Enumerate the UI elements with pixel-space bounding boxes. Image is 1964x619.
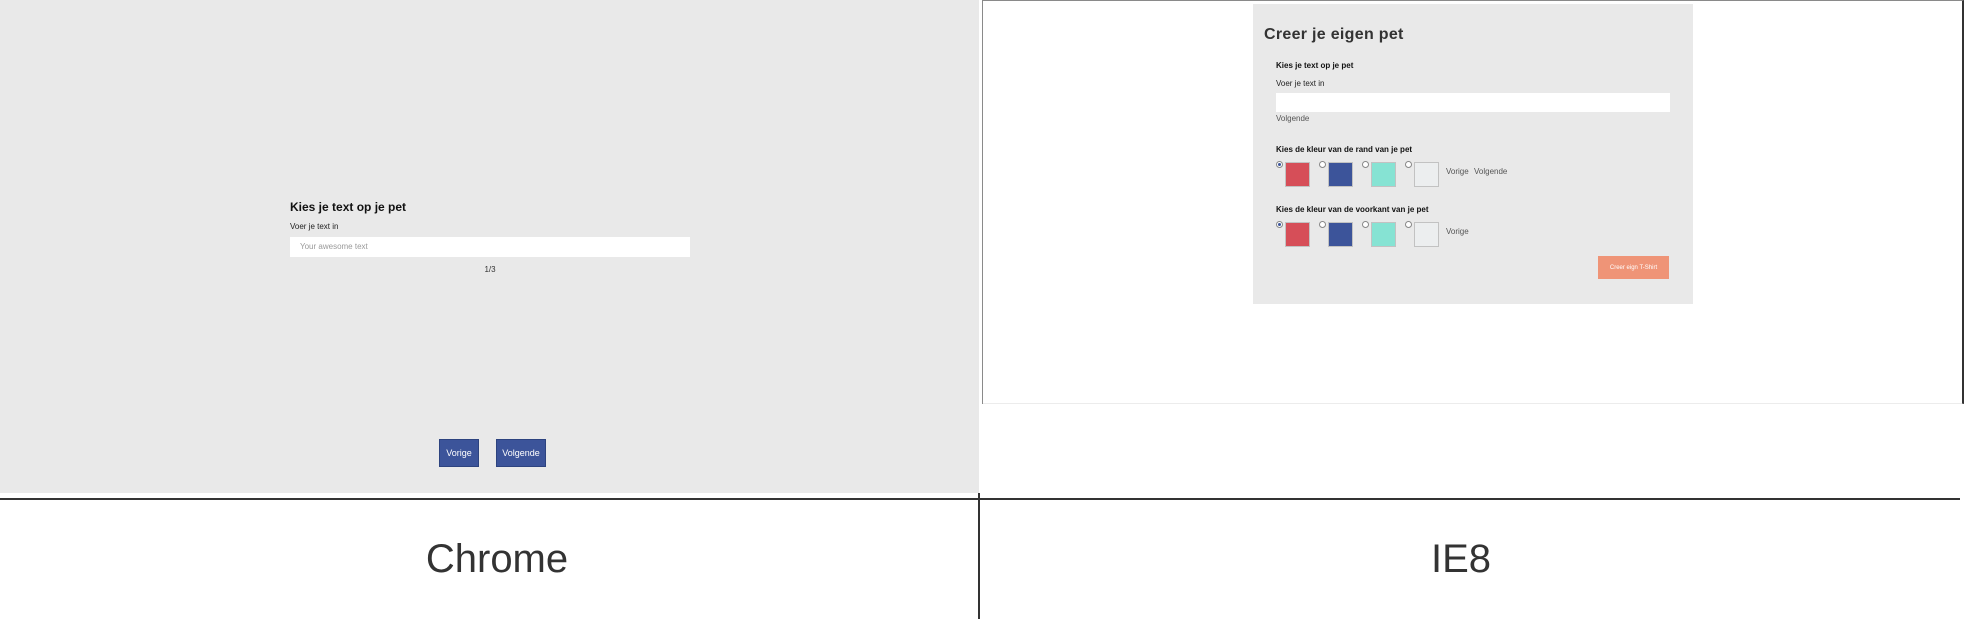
- viewport-bottom-divider: [983, 403, 1962, 404]
- rim-color-radio-red[interactable]: [1276, 161, 1283, 168]
- previous-button[interactable]: Vorige: [439, 439, 479, 467]
- step3-prev-link[interactable]: Vorige: [1446, 227, 1469, 236]
- chrome-step-form: Kies je text op je pet Voer je text in 1…: [290, 200, 690, 274]
- front-color-swatch-red[interactable]: [1285, 222, 1310, 247]
- chrome-browser-panel: Kies je text op je pet Voer je text in 1…: [0, 0, 979, 493]
- step1-title: Kies je text op je pet: [1276, 61, 1354, 70]
- front-color-swatch-white[interactable]: [1414, 222, 1439, 247]
- create-cap-button[interactable]: Creer eign T-Shirt: [1598, 256, 1669, 279]
- rim-color-radio-blue[interactable]: [1319, 161, 1326, 168]
- cap-text-input[interactable]: [290, 236, 690, 257]
- front-color-swatch-teal[interactable]: [1371, 222, 1396, 247]
- front-color-radio-white[interactable]: [1405, 221, 1412, 228]
- page-title: Creer je eigen pet: [1264, 26, 1404, 43]
- cap-builder-card: Creer je eigen pet Kies je text op je pe…: [1253, 4, 1693, 304]
- cap-text-input[interactable]: [1276, 93, 1670, 112]
- chrome-caption: Chrome: [425, 537, 569, 581]
- front-color-radio-red[interactable]: [1276, 221, 1283, 228]
- step3-title: Kies de kleur van de voorkant van je pet: [1276, 205, 1429, 214]
- vertical-divider: [978, 493, 980, 619]
- step2-title: Kies de kleur van de rand van je pet: [1276, 145, 1413, 154]
- front-color-radio-teal[interactable]: [1362, 221, 1369, 228]
- front-color-radio-blue[interactable]: [1319, 221, 1326, 228]
- rim-color-swatch-teal[interactable]: [1371, 162, 1396, 187]
- horizontal-divider: [0, 498, 1960, 500]
- rim-color-options: [1276, 161, 1439, 189]
- rim-color-radio-teal[interactable]: [1362, 161, 1369, 168]
- text-field-label: Voer je text in: [290, 222, 339, 231]
- step-counter: 1/3: [484, 264, 496, 274]
- step2-next-link[interactable]: Volgende: [1474, 167, 1507, 176]
- front-color-options: [1276, 221, 1439, 249]
- front-color-swatch-blue[interactable]: [1328, 222, 1353, 247]
- step2-prev-link[interactable]: Vorige: [1446, 167, 1469, 176]
- ie8-caption: IE8: [1430, 537, 1492, 581]
- next-button[interactable]: Volgende: [496, 439, 546, 467]
- ie8-browser-panel: Creer je eigen pet Kies je text op je pe…: [982, 0, 1964, 404]
- step-title: Kies je text op je pet: [290, 200, 407, 214]
- rim-color-swatch-white[interactable]: [1414, 162, 1439, 187]
- rim-color-swatch-blue[interactable]: [1328, 162, 1353, 187]
- rim-color-swatch-red[interactable]: [1285, 162, 1310, 187]
- rim-color-radio-white[interactable]: [1405, 161, 1412, 168]
- step1-next-link[interactable]: Volgende: [1276, 114, 1309, 123]
- step1-field-label: Voer je text in: [1276, 79, 1325, 88]
